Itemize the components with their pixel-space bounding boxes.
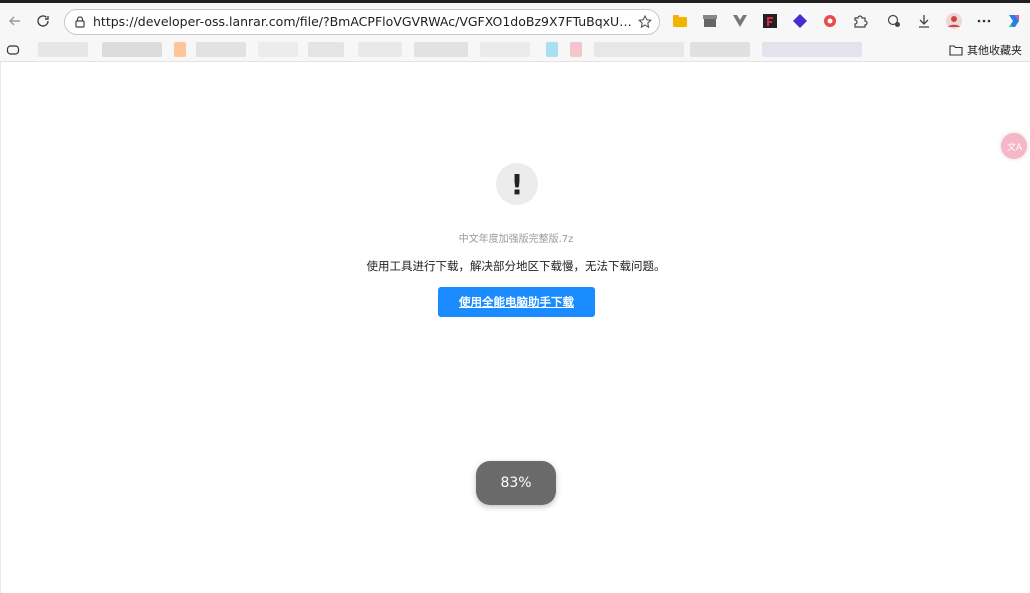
reload-button[interactable] xyxy=(31,9,55,33)
profile-avatar-icon[interactable] xyxy=(945,12,963,30)
bookmarks-bar: 其他收藏夹 xyxy=(0,39,1030,62)
browser-toolbar: https://developer-oss.lanrar.com/file/?B… xyxy=(0,3,1030,39)
svg-text:文A: 文A xyxy=(1007,141,1022,153)
bookmark-item[interactable] xyxy=(762,42,862,57)
more-menu-icon[interactable] xyxy=(975,12,993,30)
bookmark-item[interactable] xyxy=(308,42,344,57)
other-bookmarks[interactable]: 其他收藏夹 xyxy=(949,42,1022,58)
bookmark-item[interactable] xyxy=(480,42,530,57)
bookmark-item[interactable] xyxy=(690,42,750,57)
other-bookmarks-label: 其他收藏夹 xyxy=(967,44,1022,57)
translate-float-icon[interactable]: 文A xyxy=(1001,133,1027,159)
cube-extension-icon[interactable] xyxy=(791,12,809,30)
bookmark-item[interactable] xyxy=(174,42,186,57)
download-icon[interactable] xyxy=(915,12,933,30)
file-name: 中文年度加强版完整版.7z xyxy=(458,234,574,245)
extensions-puzzle-icon[interactable] xyxy=(851,12,869,30)
bookmark-item[interactable] xyxy=(546,42,558,57)
bookmark-item[interactable] xyxy=(358,42,402,57)
page-content: ! 中文年度加强版完整版.7z 使用工具进行下载，解决部分地区下载慢，无法下载问… xyxy=(0,62,1030,593)
bookmark-item[interactable] xyxy=(196,42,246,57)
back-button[interactable] xyxy=(3,9,27,33)
bookmark-item[interactable] xyxy=(570,42,582,57)
bookmark-item[interactable] xyxy=(414,42,468,57)
flash-extension-icon[interactable] xyxy=(761,12,779,30)
bookmark-item[interactable] xyxy=(38,42,88,57)
bookmark-item[interactable] xyxy=(258,42,298,57)
address-bar[interactable]: https://developer-oss.lanrar.com/file/?B… xyxy=(64,9,660,35)
folder-icon xyxy=(949,45,963,56)
download-message: 使用工具进行下载，解决部分地区下载慢，无法下载问题。 xyxy=(366,259,666,273)
warning-icon: ! xyxy=(496,163,538,205)
copilot-icon[interactable] xyxy=(1005,12,1023,30)
performance-icon[interactable] xyxy=(885,12,903,30)
back-arrow-icon xyxy=(9,16,20,26)
shield-extension-icon[interactable] xyxy=(821,12,839,30)
lock-icon[interactable] xyxy=(73,15,87,29)
collections-icon[interactable] xyxy=(6,43,20,57)
progress-indicator: 83% xyxy=(476,461,556,505)
store-extension-icon[interactable] xyxy=(701,12,719,30)
download-with-assistant-button[interactable]: 使用全能电脑助手下载 xyxy=(438,287,595,317)
bookmark-item[interactable] xyxy=(102,42,162,57)
folder-extension-icon[interactable] xyxy=(671,12,689,30)
reload-icon xyxy=(37,15,49,27)
bookmark-item[interactable] xyxy=(594,42,684,57)
star-icon[interactable] xyxy=(637,14,653,30)
url-text[interactable]: https://developer-oss.lanrar.com/file/?B… xyxy=(93,14,633,30)
vue-extension-icon[interactable] xyxy=(731,12,749,30)
